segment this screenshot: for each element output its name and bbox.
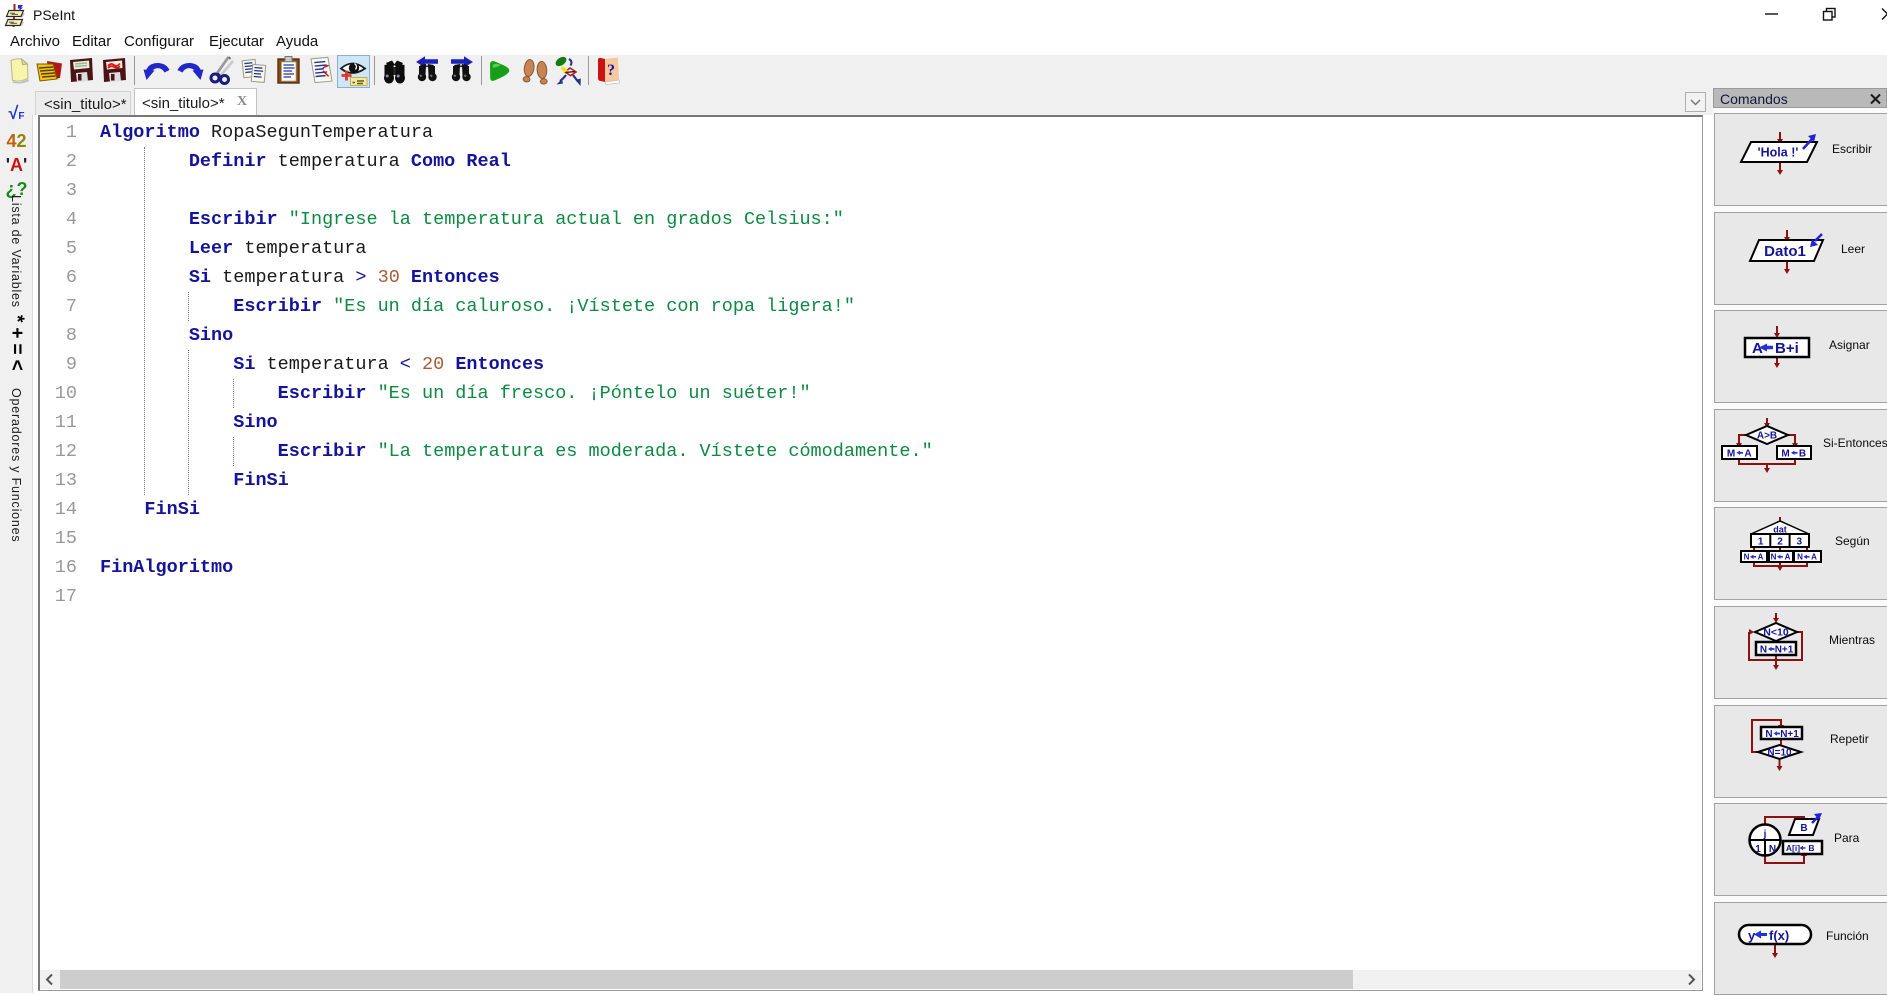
svg-text:'Hola !': 'Hola !' xyxy=(1758,146,1799,160)
svg-text:N: N xyxy=(1760,645,1767,656)
svg-text:N: N xyxy=(1765,729,1772,740)
svg-text:y: y xyxy=(1748,928,1756,943)
svg-text:N<10: N<10 xyxy=(1763,627,1789,639)
svg-text:1: 1 xyxy=(1755,844,1761,855)
svg-text:B: B xyxy=(1799,448,1806,459)
svg-text:A: A xyxy=(1785,553,1791,562)
svg-text:A: A xyxy=(1758,553,1764,562)
svg-text:B+i: B+i xyxy=(1775,340,1799,357)
svg-text:3: 3 xyxy=(1797,537,1803,548)
svg-text:Dato1: Dato1 xyxy=(1764,243,1806,260)
svg-text:f(x): f(x) xyxy=(1769,928,1789,943)
svg-text:A>B: A>B xyxy=(1757,430,1777,441)
svg-text:j: j xyxy=(1763,829,1767,840)
svg-text:M: M xyxy=(1727,448,1735,459)
svg-text:A: A xyxy=(1811,553,1817,562)
svg-text:N=10: N=10 xyxy=(1767,747,1792,758)
svg-text:N: N xyxy=(1771,553,1777,562)
svg-text:B: B xyxy=(1800,823,1807,834)
svg-text:A[i]: A[i] xyxy=(1786,843,1800,853)
svg-text:M: M xyxy=(1781,448,1789,459)
svg-text:N+1: N+1 xyxy=(1780,729,1799,740)
svg-text:B: B xyxy=(1808,843,1814,853)
svg-text:N: N xyxy=(1744,553,1750,562)
svg-text:N: N xyxy=(1797,553,1803,562)
svg-text:1: 1 xyxy=(1758,537,1764,548)
svg-text:A: A xyxy=(1744,448,1751,459)
svg-text:N+1: N+1 xyxy=(1775,645,1794,656)
svg-text:N: N xyxy=(1769,844,1776,855)
svg-text:?: ? xyxy=(607,62,615,79)
svg-text:2: 2 xyxy=(1777,537,1783,548)
